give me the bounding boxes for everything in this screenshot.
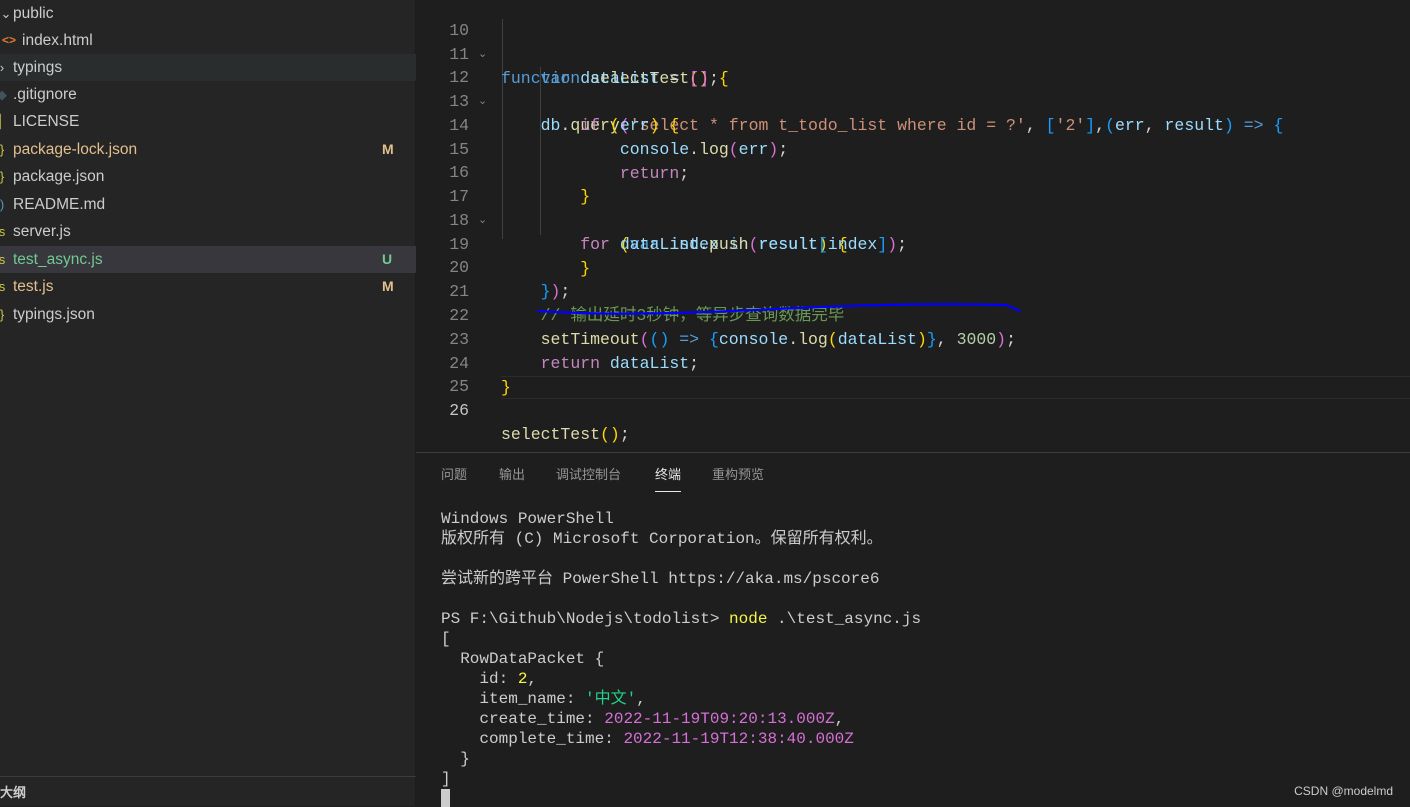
- terminal-command: node: [729, 610, 768, 628]
- terminal-line: 尝试新的跨平台 PowerShell https://aka.ms/pscore…: [441, 570, 880, 588]
- tree-item-server-js[interactable]: s server.js: [0, 218, 416, 245]
- tab-problems[interactable]: 问题: [441, 465, 467, 491]
- terminal-line: complete_time: 2022-11-19T12:38:40.000Z: [441, 729, 854, 749]
- tree-item-label: package.json: [13, 168, 105, 185]
- terminal-line: RowDataPacket {: [441, 650, 605, 668]
- terminal-line: item_name: '中文',: [441, 689, 646, 709]
- terminal-line: }: [441, 750, 470, 768]
- terminal-cursor: [441, 789, 450, 807]
- terminal-line: id: 2,: [441, 669, 537, 689]
- terminal-prompt: PS F:\Github\Nodejs\todolist>: [441, 610, 730, 628]
- tree-item-label: README.md: [13, 196, 106, 213]
- explorer-sidebar: ⌄ public <> index.html › typings ◆ .giti…: [0, 0, 416, 806]
- tree-item-license[interactable]: ▍ LICENSE: [0, 108, 416, 135]
- tree-item-label: test_async.js: [13, 251, 103, 268]
- tree-item-readme-md[interactable]: ) README.md: [0, 191, 416, 218]
- tree-item-label: index.html: [22, 32, 93, 49]
- tree-item-test-js[interactable]: s test.js M: [0, 273, 416, 300]
- tree-item-package-json[interactable]: } package.json: [0, 163, 416, 190]
- tree-item-label: typings: [13, 59, 63, 76]
- terminal-line: ]: [441, 770, 451, 788]
- tree-item-test-async-js[interactable]: s test_async.js U: [0, 246, 416, 273]
- tree-item-package-lock-json[interactable]: } package-lock.json M: [0, 136, 416, 163]
- tree-item-public[interactable]: ⌄ public: [0, 0, 416, 27]
- tree-item-label: test.js: [13, 278, 54, 295]
- field-key: complete_time:: [441, 730, 624, 748]
- field-key: item_name:: [441, 690, 586, 708]
- field-key: id:: [441, 670, 518, 688]
- markdown-file-icon: ): [0, 197, 5, 212]
- field-key: create_time:: [441, 710, 605, 728]
- terminal-command-arg: .\test_async.js: [767, 610, 922, 628]
- field-value: 2022-11-19T12:38:40.000Z: [623, 730, 854, 748]
- tree-item-label: typings.json: [13, 306, 95, 323]
- field-value: '中文': [585, 690, 637, 708]
- terminal-line: Windows PowerShell: [441, 510, 614, 528]
- watermark: CSDN @modelmd: [1294, 784, 1393, 798]
- outline-section-header[interactable]: 大纲: [0, 776, 416, 806]
- tree-item-label: public: [13, 5, 54, 22]
- json-file-icon: }: [0, 307, 5, 322]
- tree-item-index-html[interactable]: <> index.html: [0, 27, 416, 54]
- terminal-line: create_time: 2022-11-19T09:20:13.000Z,: [441, 709, 844, 729]
- terminal-prompt-line: PS F:\Github\Nodejs\todolist> node .\tes…: [441, 609, 921, 629]
- chevron-down-icon: ⌄: [0, 6, 12, 21]
- bottom-panel: 问题 输出 调试控制台 终端 重构预览 Windows PowerShell 版…: [416, 452, 1410, 807]
- git-status-badge: M: [382, 141, 394, 157]
- js-file-icon: s: [0, 224, 6, 239]
- js-file-icon: s: [0, 279, 6, 294]
- annotation-underline: [536, 303, 1022, 315]
- html-file-icon: <>: [2, 33, 17, 47]
- tab-output[interactable]: 输出: [499, 465, 525, 491]
- chevron-right-icon: ›: [0, 60, 5, 75]
- tab-debug-console[interactable]: 调试控制台: [556, 465, 621, 491]
- terminal-line: 版权所有 (C) Microsoft Corporation。保留所有权利。: [441, 530, 883, 548]
- field-value: 2022-11-19T09:20:13.000Z: [604, 710, 835, 728]
- field-comma: ,: [834, 710, 845, 728]
- outline-label: 大纲: [0, 785, 27, 800]
- field-comma: ,: [636, 690, 646, 708]
- tree-item-gitignore[interactable]: ◆ .gitignore: [0, 81, 416, 108]
- tree-item-label: server.js: [13, 223, 71, 240]
- git-status-badge: M: [382, 278, 394, 294]
- underline-stroke: [536, 303, 1022, 315]
- gitignore-file-icon: ◆: [0, 87, 7, 102]
- git-status-badge: U: [382, 251, 393, 267]
- json-file-icon: }: [0, 142, 5, 157]
- terminal-line: [: [441, 630, 451, 648]
- tree-item-label: LICENSE: [13, 113, 80, 130]
- tab-refactor-preview[interactable]: 重构预览: [712, 465, 764, 491]
- tab-terminal[interactable]: 终端: [655, 465, 682, 492]
- tree-item-typings-json[interactable]: } typings.json: [0, 301, 416, 328]
- field-comma: ,: [527, 670, 538, 688]
- code-editor[interactable]: 10 ⌄ function selectTest() { 11 var data…: [416, 0, 1410, 452]
- tree-item-typings[interactable]: › typings: [0, 54, 416, 81]
- license-file-icon: ▍: [0, 114, 7, 129]
- json-file-icon: }: [0, 169, 5, 184]
- js-file-icon: s: [0, 252, 6, 267]
- tree-item-label: package-lock.json: [13, 141, 138, 158]
- field-value: 2: [517, 670, 528, 688]
- tree-item-label: .gitignore: [13, 86, 77, 103]
